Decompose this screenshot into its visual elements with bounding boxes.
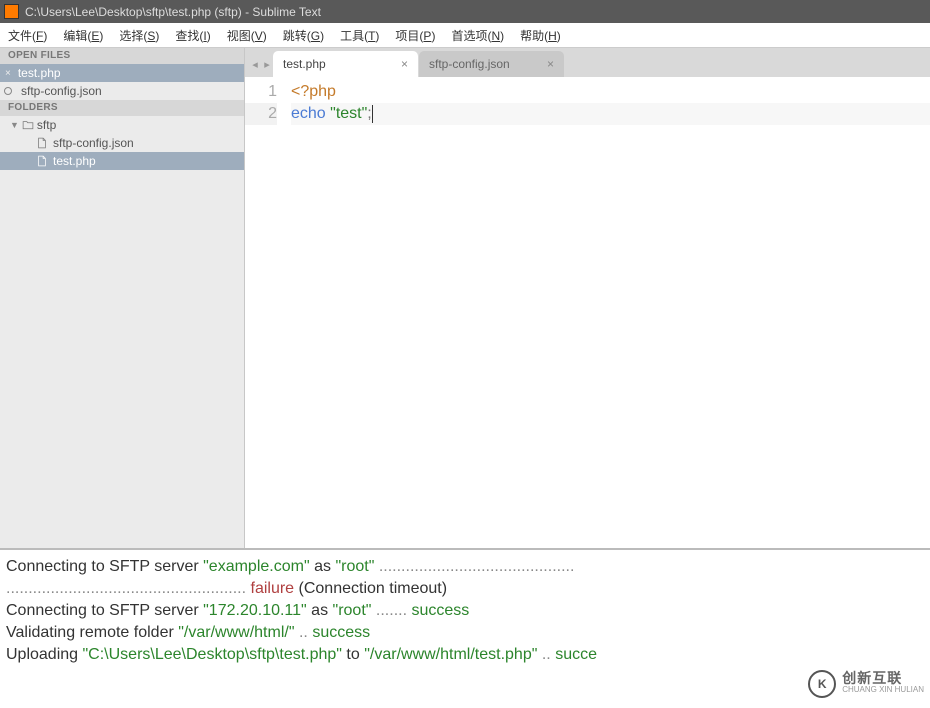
disclosure-icon: ▼ [10,120,19,130]
watermark-brand: 创新互联 [842,672,924,684]
folder-icon [22,119,34,131]
menu-t[interactable]: 工具(T) [332,23,387,48]
code-line[interactable]: echo "test"; [291,103,930,125]
open-files-header: OPEN FILES [0,48,244,64]
line-number: 1 [245,81,277,103]
menu-v[interactable]: 视图(V) [219,23,275,48]
open-file-item[interactable]: × test.php [0,64,244,82]
open-file-label: sftp-config.json [21,84,102,98]
watermark-sub: CHUANG XIN HULIAN [842,684,924,696]
console-line: Uploading "C:\Users\Lee\Desktop\sftp\tes… [6,644,924,666]
tab-close-icon[interactable]: × [401,57,408,71]
console-line: Connecting to SFTP server "172.20.10.11"… [6,600,924,622]
folder-root[interactable]: ▼ sftp [0,116,244,134]
code-line[interactable]: <?php [291,81,930,103]
watermark-logo-icon: K [808,670,836,698]
tab-close-icon[interactable]: × [547,57,554,71]
file-icon [36,155,48,167]
menu-p[interactable]: 项目(P) [387,23,443,48]
watermark: K 创新互联 CHUANG XIN HULIAN [808,670,924,698]
output-panel[interactable]: Connecting to SFTP server "example.com" … [0,548,930,708]
code-area[interactable]: 12 <?phpecho "test"; [245,77,930,548]
open-file-label: test.php [18,66,61,80]
tree-file-item[interactable]: sftp-config.json [0,134,244,152]
file-icon [36,137,48,149]
gutter: 12 [245,77,285,548]
menubar: 文件(F)编辑(E)选择(S)查找(I)视图(V)跳转(G)工具(T)项目(P)… [0,23,930,48]
app-icon [4,4,19,19]
menu-n[interactable]: 首选项(N) [443,23,512,48]
main-area: OPEN FILES × test.php sftp-config.json FOL… [0,48,930,548]
text-cursor [372,105,373,123]
line-number: 2 [245,103,277,125]
console-line: Validating remote folder "/var/www/html/… [6,622,924,644]
sidebar: OPEN FILES × test.php sftp-config.json FOL… [0,48,245,548]
editor-tab[interactable]: sftp-config.json × [419,51,564,77]
console-line: Connecting to SFTP server "example.com" … [6,556,924,578]
open-file-item[interactable]: sftp-config.json [0,82,244,100]
tree-file-item[interactable]: test.php [0,152,244,170]
menu-h[interactable]: 帮助(H) [512,23,569,48]
editor-tab[interactable]: test.php × [273,51,418,77]
tab-scroll-left-icon[interactable]: ◂ [249,58,261,77]
tab-scroll-right-icon[interactable]: ▸ [261,58,273,77]
menu-f[interactable]: 文件(F) [0,23,55,48]
editor-pane: ◂ ▸ test.php × sftp-config.json × 12 <?phpe… [245,48,930,548]
tree-file-label: sftp-config.json [53,136,134,150]
menu-e[interactable]: 编辑(E) [55,23,111,48]
window-title: C:\Users\Lee\Desktop\sftp\test.php (sftp… [25,5,321,19]
tab-label: sftp-config.json [429,57,510,71]
folders-header: FOLDERS [0,100,244,116]
tree-file-label: test.php [53,154,96,168]
code[interactable]: <?phpecho "test"; [285,77,930,548]
tab-label: test.php [283,57,326,71]
folder-name: sftp [37,118,56,132]
menu-s[interactable]: 选择(S) [111,23,167,48]
titlebar: C:\Users\Lee\Desktop\sftp\test.php (sftp… [0,0,930,23]
menu-g[interactable]: 跳转(G) [275,23,332,48]
tabbar: ◂ ▸ test.php × sftp-config.json × [245,48,930,77]
console-line: ........................................… [6,578,924,600]
close-icon[interactable]: × [5,68,11,79]
menu-i[interactable]: 查找(I) [167,23,218,48]
